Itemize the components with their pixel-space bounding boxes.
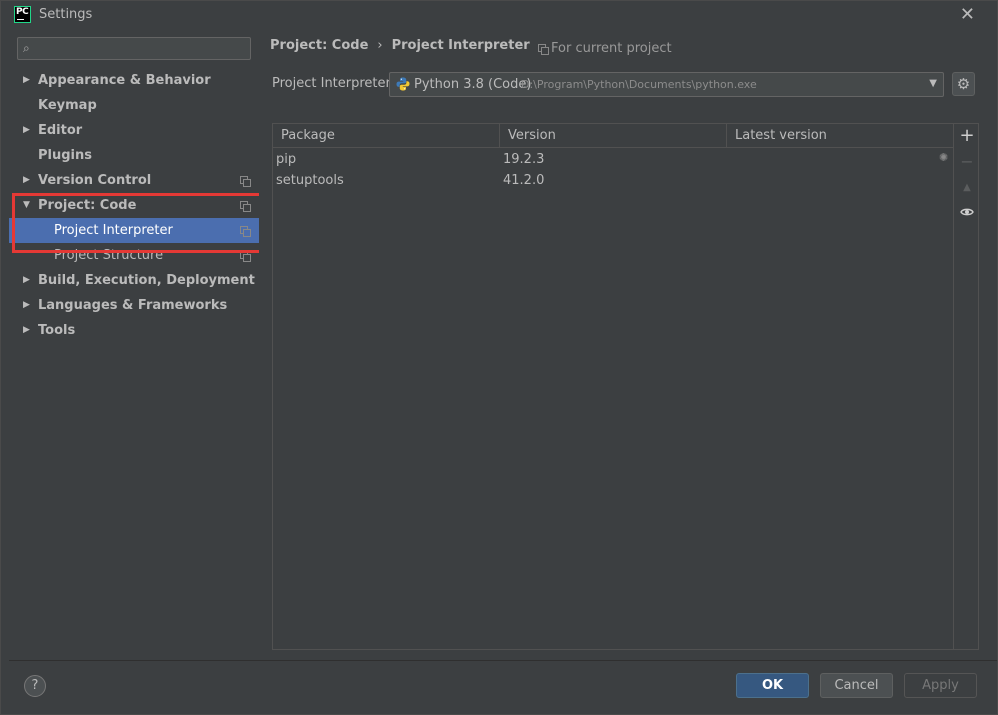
expand-arrow-icon[interactable]: ▶ bbox=[23, 293, 30, 318]
dropdown-arrow-icon[interactable]: ▼ bbox=[929, 78, 937, 89]
project-scope-icon bbox=[240, 176, 251, 187]
project-scope-icon bbox=[538, 44, 549, 55]
breadcrumb-parent[interactable]: Project: Code bbox=[270, 38, 368, 53]
project-scope-icon bbox=[240, 226, 251, 237]
sidebar-item-project-structure[interactable]: Project Structure bbox=[9, 243, 259, 268]
sidebar-item-plugins[interactable]: Plugins bbox=[9, 143, 259, 168]
table-row[interactable]: setuptools 41.2.0 bbox=[273, 170, 953, 191]
expand-arrow-icon[interactable]: ▶ bbox=[23, 318, 30, 343]
show-early-releases-icon[interactable] bbox=[957, 204, 977, 224]
sidebar-item-label: Languages & Frameworks bbox=[38, 298, 228, 313]
project-scope-icon bbox=[240, 251, 251, 262]
package-version: 19.2.3 bbox=[503, 152, 545, 167]
expand-arrow-icon[interactable]: ▶ bbox=[23, 268, 30, 293]
interpreter-name: Python 3.8 (Code) bbox=[414, 77, 532, 92]
sidebar-item-languages-frameworks[interactable]: ▶ Languages & Frameworks bbox=[9, 293, 259, 318]
sidebar-item-keymap[interactable]: Keymap bbox=[9, 93, 259, 118]
sidebar-item-project-code[interactable]: ▼ Project: Code bbox=[9, 193, 259, 218]
remove-package-icon[interactable]: − bbox=[957, 152, 977, 172]
sidebar-item-build-execution-deployment[interactable]: ▶ Build, Execution, Deployment bbox=[9, 268, 259, 293]
search-icon: ⌕ bbox=[23, 41, 30, 55]
ok-button[interactable]: OK bbox=[736, 673, 809, 698]
sidebar-item-label: Build, Execution, Deployment bbox=[38, 273, 255, 288]
settings-search[interactable]: ⌕ bbox=[17, 37, 251, 60]
scope-note: For current project bbox=[538, 41, 672, 56]
settings-content-panel: Project: Code › Project Interpreter For cu… bbox=[259, 30, 997, 660]
help-icon[interactable]: ? bbox=[24, 675, 46, 697]
dialog-footer: ? OK Cancel Apply bbox=[9, 660, 997, 708]
search-input[interactable] bbox=[40, 40, 245, 57]
settings-window: PC Settings ✕ ⌕ ▶ Appearance & Behavior … bbox=[0, 0, 998, 715]
sidebar-item-editor[interactable]: ▶ Editor bbox=[9, 118, 259, 143]
expand-arrow-icon[interactable]: ▶ bbox=[23, 118, 30, 143]
upgrade-package-icon[interactable]: ▲ bbox=[957, 178, 977, 198]
breadcrumb: Project: Code › Project Interpreter bbox=[270, 38, 530, 53]
packages-table: Package Version Latest version pip 19.2.… bbox=[272, 123, 954, 650]
loading-spinner-icon: ✺ bbox=[939, 151, 949, 164]
sidebar-item-label: Project Interpreter bbox=[54, 223, 173, 238]
expand-arrow-icon[interactable]: ▶ bbox=[23, 168, 30, 193]
sidebar-item-label: Version Control bbox=[38, 173, 152, 188]
table-header: Package Version Latest version bbox=[273, 124, 953, 148]
cancel-button[interactable]: Cancel bbox=[820, 673, 893, 698]
sidebar-item-appearance-behavior[interactable]: ▶ Appearance & Behavior bbox=[9, 68, 259, 93]
column-header-package[interactable]: Package bbox=[273, 124, 500, 148]
sidebar-item-project-interpreter[interactable]: Project Interpreter bbox=[9, 218, 259, 243]
app-logo-text: PC bbox=[16, 7, 29, 17]
close-icon[interactable]: ✕ bbox=[960, 4, 975, 25]
apply-button[interactable]: Apply bbox=[904, 673, 977, 698]
title-bar: PC Settings ✕ bbox=[1, 1, 997, 30]
settings-tree: ▶ Appearance & Behavior Keymap ▶ Editor … bbox=[9, 68, 259, 343]
sidebar-item-label: Tools bbox=[38, 323, 76, 338]
collapse-arrow-icon[interactable]: ▼ bbox=[23, 193, 30, 218]
eye-icon bbox=[960, 208, 974, 216]
window-title: Settings bbox=[39, 7, 93, 22]
gear-icon[interactable]: ⚙ bbox=[952, 72, 975, 96]
package-name: pip bbox=[276, 152, 297, 167]
sidebar-item-label: Plugins bbox=[38, 148, 92, 163]
package-name: setuptools bbox=[276, 173, 344, 188]
python-icon bbox=[396, 77, 410, 91]
sidebar-item-label: Project Structure bbox=[54, 248, 164, 263]
pycharm-logo-icon: PC bbox=[14, 6, 31, 23]
breadcrumb-separator: › bbox=[377, 38, 383, 53]
add-package-icon[interactable]: + bbox=[957, 126, 977, 146]
sidebar-item-label: Editor bbox=[38, 123, 83, 138]
sidebar-item-label: Keymap bbox=[38, 98, 97, 113]
column-header-latest-version[interactable]: Latest version bbox=[727, 124, 953, 148]
sidebar-item-tools[interactable]: ▶ Tools bbox=[9, 318, 259, 343]
breadcrumb-current: Project Interpreter bbox=[391, 38, 530, 53]
column-header-version[interactable]: Version bbox=[500, 124, 727, 148]
interpreter-label: Project Interpreter: bbox=[272, 76, 396, 91]
expand-arrow-icon[interactable]: ▶ bbox=[23, 68, 30, 93]
scope-note-text: For current project bbox=[551, 41, 672, 56]
settings-sidebar: ⌕ ▶ Appearance & Behavior Keymap ▶ Edito… bbox=[9, 30, 259, 660]
interpreter-dropdown[interactable]: Python 3.8 (Code) D:\Program\Python\Docu… bbox=[389, 72, 944, 97]
package-version: 41.2.0 bbox=[503, 173, 545, 188]
interpreter-path: D:\Program\Python\Documents\python.exe bbox=[521, 78, 757, 91]
project-scope-icon bbox=[240, 201, 251, 212]
sidebar-item-label: Project: Code bbox=[38, 198, 137, 213]
sidebar-item-version-control[interactable]: ▶ Version Control bbox=[9, 168, 259, 193]
packages-toolbar: + − ▲ bbox=[954, 123, 979, 650]
sidebar-item-label: Appearance & Behavior bbox=[38, 73, 211, 88]
table-row[interactable]: pip 19.2.3 ✺ bbox=[273, 149, 953, 170]
